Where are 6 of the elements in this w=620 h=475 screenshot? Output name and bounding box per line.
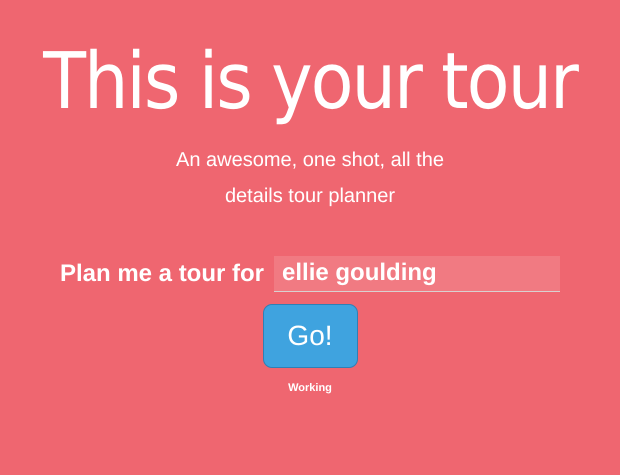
status-text: Working: [288, 382, 332, 394]
go-button[interactable]: Go!: [262, 304, 358, 368]
subtitle: An awesome, one shot, all the details tour planner: [175, 148, 445, 209]
artist-field[interactable]: ellie goulding: [274, 256, 560, 292]
page-title: This is your tour: [43, 38, 577, 128]
field-label: Plan me a tour for: [60, 260, 264, 288]
